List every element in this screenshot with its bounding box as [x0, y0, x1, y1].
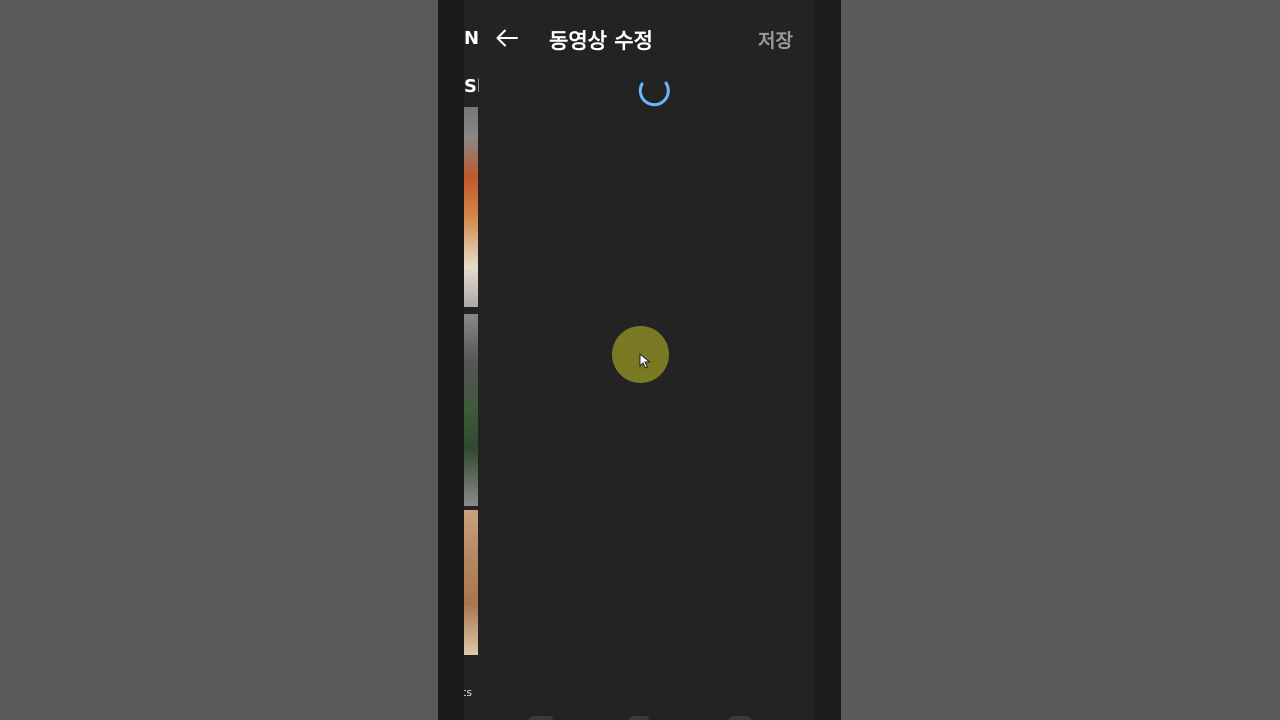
save-button[interactable]: 저장: [758, 26, 793, 53]
nav-recent-button[interactable]: [529, 716, 553, 720]
page-title: 동영상 수정: [549, 29, 653, 53]
loading-spinner-icon: [638, 81, 670, 107]
nav-back-button[interactable]: [729, 716, 751, 720]
mouse-cursor-icon: [639, 353, 651, 369]
video-thumbnail[interactable]: [464, 314, 478, 506]
video-thumbnail[interactable]: [464, 510, 478, 655]
back-button[interactable]: [493, 24, 521, 52]
edit-video-sheet: 동영상 수정 저장: [479, 0, 815, 720]
touch-indicator: [612, 326, 669, 383]
top-app-bar: 동영상 수정 저장: [479, 0, 815, 78]
background-bottom-label: ts: [464, 686, 473, 699]
screen-edge: [815, 0, 841, 720]
phone-screen: NS Sh ts 동영상 수정 저장: [438, 0, 841, 720]
nav-home-button[interactable]: [629, 716, 649, 720]
video-thumbnail[interactable]: [464, 107, 478, 307]
arrow-left-icon: [496, 29, 518, 47]
